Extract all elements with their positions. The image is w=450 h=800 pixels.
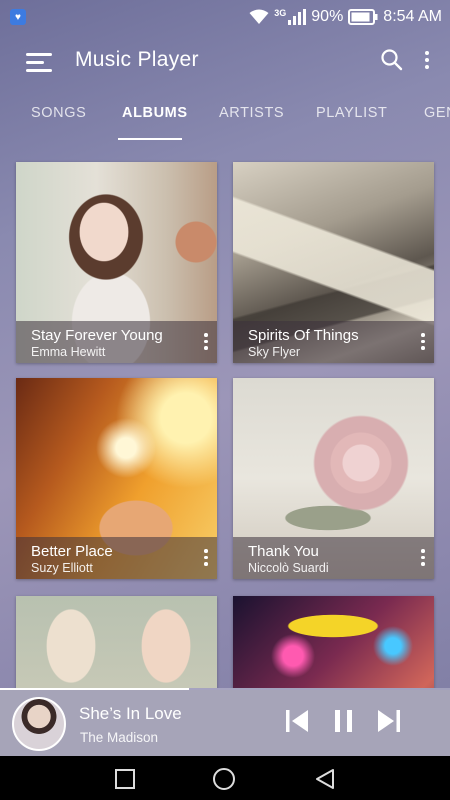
album-title: Better Place — [31, 543, 113, 560]
album-caption: Thank You Niccolò Suardi — [233, 537, 434, 579]
album-card[interactable] — [233, 596, 434, 688]
album-caption: Better Place Suzy Elliott — [16, 537, 217, 579]
album-card[interactable]: Spirits Of Things Sky Flyer — [233, 162, 434, 363]
app-bar: Music Player — [0, 34, 450, 90]
album-card[interactable]: Better Place Suzy Elliott — [16, 378, 217, 579]
network-type: 3G — [274, 8, 287, 18]
tab-playlist[interactable]: PLAYLIST — [316, 105, 387, 121]
album-caption: Spirits Of Things Sky Flyer — [233, 321, 434, 363]
album-card[interactable] — [16, 596, 217, 688]
status-bar: ♥ 3G 90% 8:54 AM — [0, 0, 450, 34]
search-icon[interactable] — [380, 48, 404, 77]
tab-artists[interactable]: ARTISTS — [219, 105, 284, 121]
album-card[interactable]: Thank You Niccolò Suardi — [233, 378, 434, 579]
previous-icon[interactable] — [284, 708, 310, 739]
now-playing-artwork[interactable] — [12, 697, 66, 751]
notification-icon: ♥ — [10, 9, 26, 25]
album-cover — [16, 596, 217, 688]
album-more-icon[interactable] — [420, 333, 426, 353]
album-grid: Stay Forever Young Emma Hewitt Spirits O… — [0, 140, 450, 688]
album-caption: Stay Forever Young Emma Hewitt — [16, 321, 217, 363]
battery-icon — [348, 9, 378, 25]
album-more-icon[interactable] — [420, 549, 426, 569]
tab-bar: SONGS ALBUMS ARTISTS PLAYLIST GEN — [0, 92, 450, 140]
album-title: Stay Forever Young — [31, 327, 163, 344]
clock: 8:54 AM — [383, 8, 442, 25]
album-artist: Suzy Elliott — [31, 561, 93, 575]
app-title: Music Player — [75, 48, 199, 71]
tab-genres[interactable]: GEN — [424, 105, 450, 121]
now-playing-bar[interactable]: She’s In Love The Madison — [0, 690, 450, 756]
recents-icon[interactable] — [114, 768, 136, 795]
now-playing-artist: The Madison — [80, 730, 159, 745]
album-card[interactable]: Stay Forever Young Emma Hewitt — [16, 162, 217, 363]
home-icon[interactable] — [212, 767, 236, 796]
album-artist: Emma Hewitt — [31, 345, 106, 359]
album-more-icon[interactable] — [203, 549, 209, 569]
back-icon[interactable] — [314, 768, 336, 795]
album-cover — [233, 596, 434, 688]
album-artist: Niccolò Suardi — [248, 561, 329, 575]
album-artist: Sky Flyer — [248, 345, 301, 359]
wifi-icon — [249, 9, 269, 25]
album-more-icon[interactable] — [203, 333, 209, 353]
battery-percent: 90% — [311, 8, 344, 25]
music-player-app: ♥ 3G 90% 8:54 AM Music Player SONGS ALBU… — [0, 0, 450, 800]
system-nav-bar — [0, 756, 450, 800]
now-playing-title: She’s In Love — [79, 704, 182, 723]
pause-icon[interactable] — [333, 708, 355, 739]
album-title: Thank You — [248, 543, 319, 560]
tab-albums[interactable]: ALBUMS — [122, 105, 188, 121]
signal-icon — [288, 9, 307, 25]
next-icon[interactable] — [376, 708, 402, 739]
more-icon[interactable] — [418, 48, 436, 74]
album-title: Spirits Of Things — [248, 327, 359, 344]
tab-songs[interactable]: SONGS — [31, 105, 86, 121]
menu-icon[interactable] — [26, 51, 54, 73]
